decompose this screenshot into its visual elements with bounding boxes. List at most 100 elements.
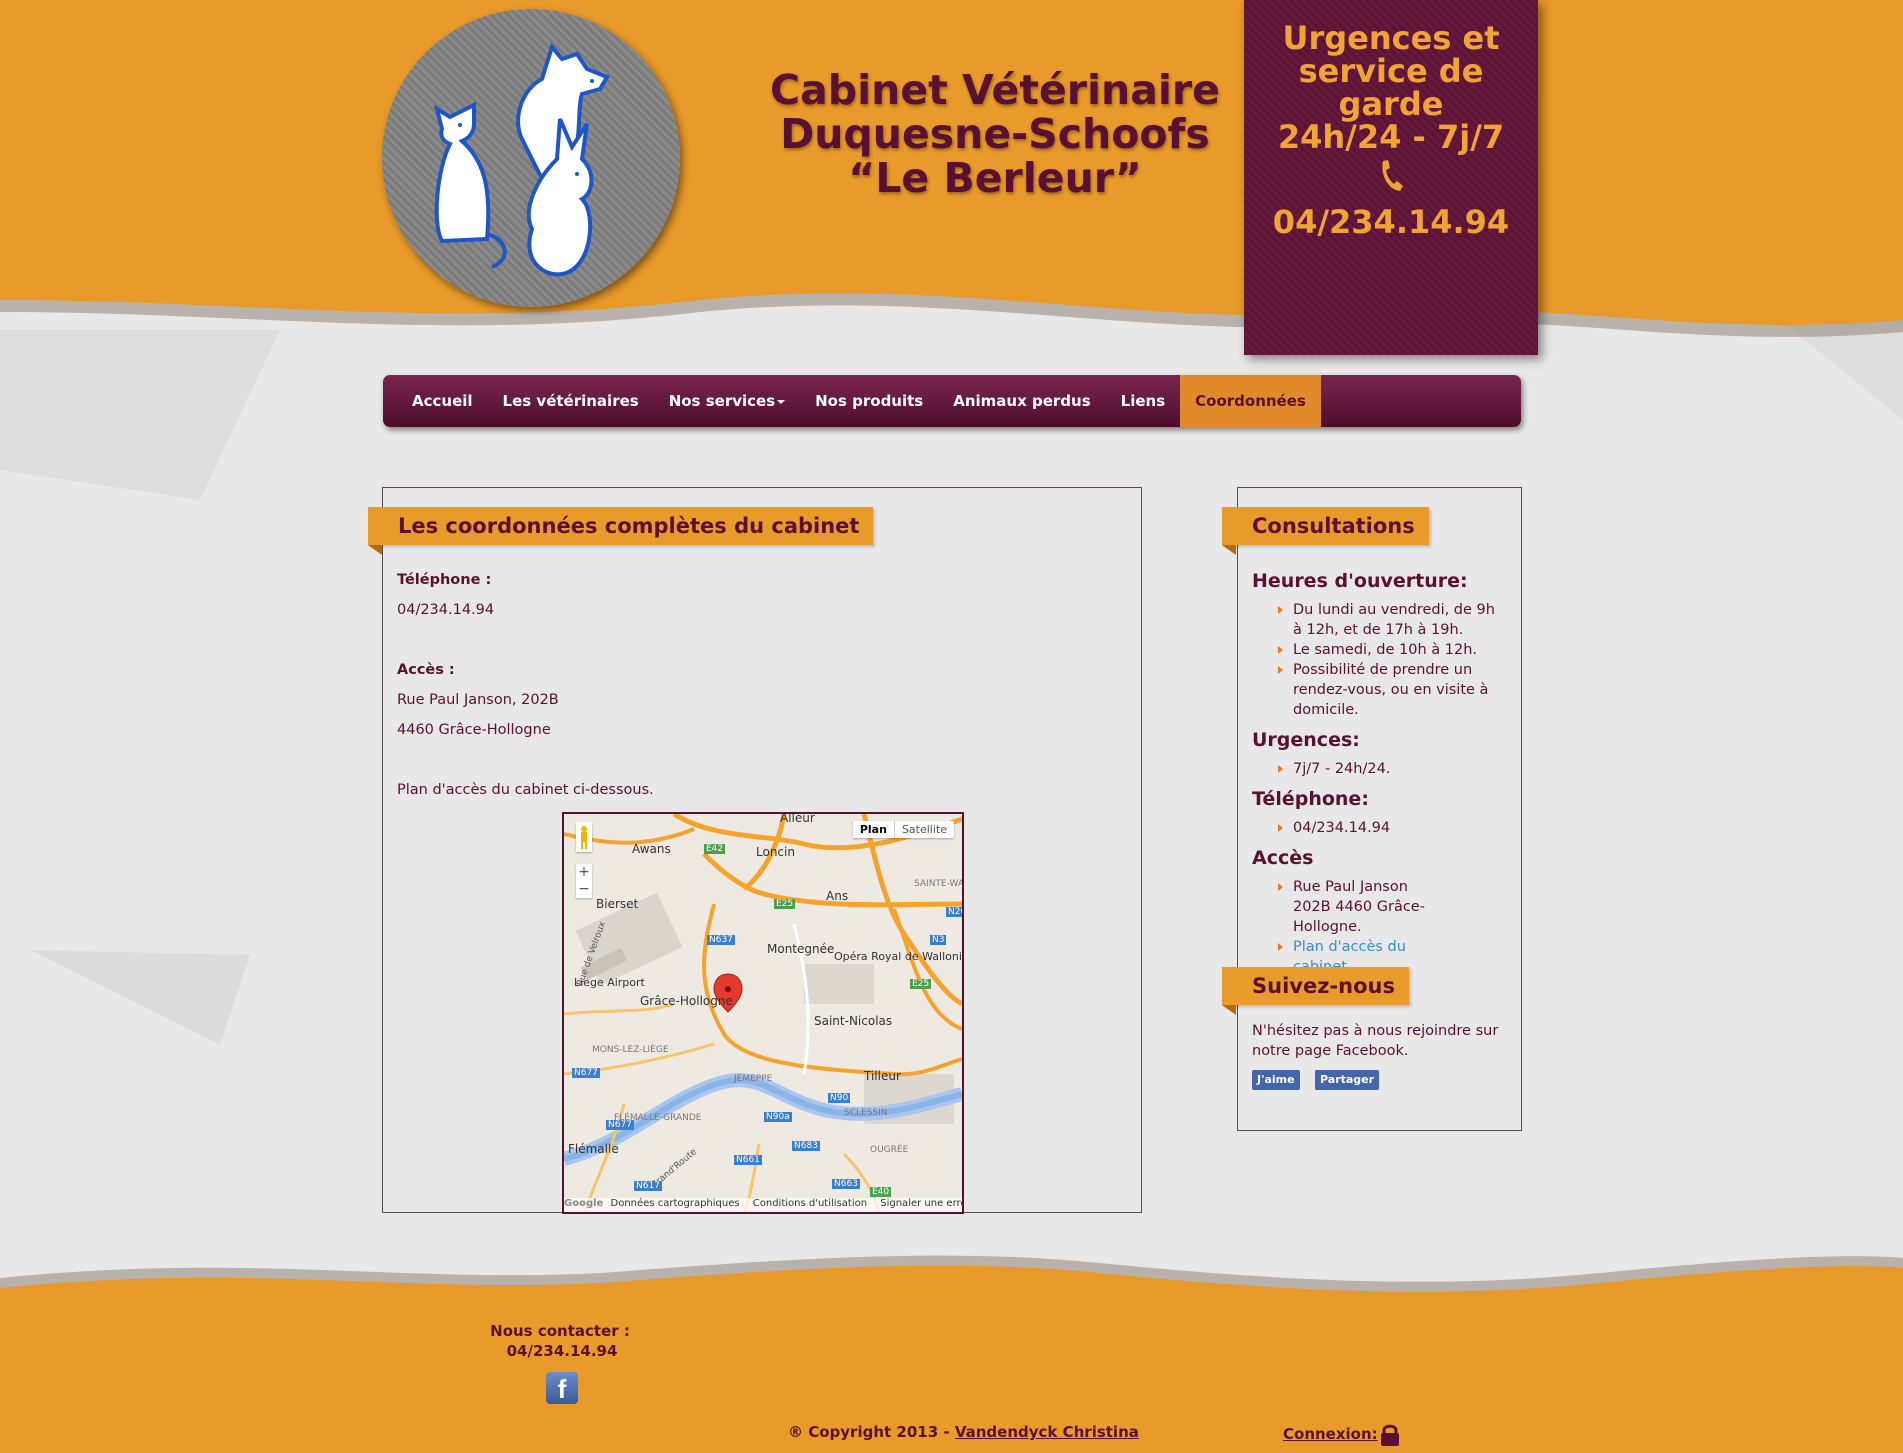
- zoom-out-button[interactable]: −: [576, 881, 592, 898]
- nav-item-liens[interactable]: Liens: [1106, 375, 1180, 427]
- street-view-pegman-icon[interactable]: [576, 822, 592, 852]
- facebook-icon[interactable]: f: [546, 1372, 578, 1404]
- google-logo: Google: [564, 1198, 604, 1209]
- list-item: 7j/7 - 24h/24.: [1278, 759, 1508, 779]
- hours-heading: Heures d'ouverture:: [1252, 570, 1468, 592]
- map-place: OUGRÉE: [870, 1145, 909, 1155]
- facebook-share-label: Partager: [1320, 1073, 1375, 1086]
- facebook-like-button[interactable]: J'aime: [1252, 1070, 1300, 1090]
- emergency-phone[interactable]: 04/234.14.94: [1244, 206, 1538, 239]
- site-title: Cabinet Vétérinaire Duquesne-Schoofs “Le…: [740, 68, 1250, 200]
- login-label[interactable]: Connexion:: [1283, 1425, 1378, 1443]
- map-zoom-controls: + −: [576, 864, 592, 898]
- map-place: Ans: [826, 889, 849, 903]
- nav-label: Nos services: [668, 392, 776, 410]
- footer-copyright: ® Copyright 2013 - Vandendyck Christina: [788, 1423, 1139, 1441]
- caret-down-icon: [777, 399, 786, 404]
- main-heading: Les coordonnées complètes du cabinet: [368, 507, 874, 555]
- map-place: Awans: [632, 842, 671, 856]
- map-data-link[interactable]: Données cartographiques: [611, 1198, 740, 1209]
- access-label: Accès :: [397, 662, 455, 678]
- street-address: Rue Paul Janson, 202B: [397, 692, 559, 708]
- road-shield: N90a: [764, 1112, 792, 1122]
- lock-icon[interactable]: [1379, 1423, 1401, 1447]
- footer-contact-label: Nous contacter :: [490, 1322, 630, 1340]
- author-link[interactable]: Vandendyck Christina: [955, 1423, 1139, 1441]
- nav-label: Coordonnées: [1195, 392, 1306, 410]
- map-plan-button[interactable]: Plan: [853, 821, 895, 838]
- urgences-heading: Urgences:: [1252, 729, 1360, 751]
- road-shield: E42: [704, 844, 726, 854]
- emergency-line-1: Urgences et: [1282, 19, 1500, 57]
- map-terms-link[interactable]: Conditions d'utilisation: [753, 1198, 867, 1209]
- map-satellite-button[interactable]: Satellite: [895, 821, 954, 838]
- phone-icon: [1244, 158, 1538, 198]
- facebook-share-button[interactable]: Partager: [1315, 1070, 1380, 1090]
- map-footer: Google Données cartographiques Condition…: [564, 1198, 962, 1212]
- nav-item-accueil[interactable]: Accueil: [397, 375, 488, 427]
- footer-contact-phone: 04/234.14.94: [506, 1342, 618, 1360]
- road-shield: E40: [870, 1187, 892, 1197]
- list-item: Rue Paul Janson 202B 4460 Grâce-Hollogne…: [1278, 877, 1448, 937]
- nav-label: Les vétérinaires: [502, 392, 639, 410]
- emergency-line-4: 24h/24 - 7j/7: [1277, 118, 1505, 156]
- emergency-panel: Urgences et service de garde 24h/24 - 7j…: [1244, 0, 1538, 355]
- access-heading: Accès: [1252, 847, 1314, 869]
- map-place: Saint-Nicolas: [814, 1014, 893, 1028]
- footer-banner: [0, 1255, 1903, 1453]
- road-shield: N637: [707, 935, 735, 945]
- road-shield: E25: [910, 979, 932, 989]
- facebook-like-label: J'aime: [1257, 1073, 1295, 1086]
- map-place: MONS-LEZ-LIÈGE: [592, 1045, 669, 1055]
- access-list: Rue Paul Janson 202B 4460 Grâce-Hollogne…: [1278, 877, 1448, 977]
- map-place: Flémalle: [568, 1142, 619, 1156]
- road-shield: N20: [946, 907, 962, 917]
- nav-item-produits[interactable]: Nos produits: [800, 375, 938, 427]
- road-shield: N683: [792, 1141, 820, 1151]
- copyright-text: ® Copyright 2013 -: [788, 1423, 955, 1441]
- map-place: Bierset: [596, 897, 639, 911]
- list-item: Le samedi, de 10h à 12h.: [1278, 640, 1508, 660]
- login-link[interactable]: Connexion:: [1283, 1425, 1378, 1443]
- road-shield: E25: [774, 899, 796, 909]
- telephone-list: 04/234.14.94: [1278, 818, 1508, 838]
- map-type-controls: Plan Satellite: [852, 821, 954, 838]
- map-intro: Plan d'accès du cabinet ci-dessous.: [397, 782, 654, 798]
- urgences-list: 7j/7 - 24h/24.: [1278, 759, 1508, 779]
- road-shield: N617: [634, 1181, 662, 1191]
- google-map[interactable]: Alleur Awans Loncin Ans Bierset Montegné…: [562, 812, 964, 1214]
- road-shield: N661: [734, 1155, 762, 1165]
- nav-item-veterinaires[interactable]: Les vétérinaires: [488, 375, 654, 427]
- phone-label: Téléphone :: [397, 572, 492, 588]
- city-address: 4460 Grâce-Hollogne: [397, 722, 551, 738]
- map-place: Grâce-Hollogne: [640, 994, 733, 1008]
- list-item: 04/234.14.94: [1278, 818, 1508, 838]
- road-shield: N90: [828, 1093, 851, 1103]
- zoom-in-button[interactable]: +: [576, 864, 592, 881]
- nav-item-coordonnees[interactable]: Coordonnées: [1180, 375, 1321, 427]
- nav-label: Nos produits: [815, 392, 924, 410]
- phone-value: 04/234.14.94: [397, 602, 495, 618]
- map-place: SCLESSIN: [844, 1108, 888, 1118]
- hours-list: Du lundi au vendredi, de 9h à 12h, et de…: [1278, 600, 1508, 720]
- nav-label: Liens: [1120, 392, 1166, 410]
- map-place: Opéra Royal de Wallonie: [834, 950, 964, 963]
- road-shield: N677: [572, 1068, 600, 1078]
- main-navigation: Accueil Les vétérinaires Nos services No…: [383, 375, 1521, 427]
- map-place: Alleur: [780, 812, 815, 825]
- list-item: Du lundi au vendredi, de 9h à 12h, et de…: [1278, 600, 1508, 640]
- nav-item-services[interactable]: Nos services: [654, 375, 800, 427]
- map-place: JEMEPPE: [734, 1074, 773, 1084]
- nav-label: Accueil: [412, 392, 473, 410]
- nav-item-animaux-perdus[interactable]: Animaux perdus: [938, 375, 1105, 427]
- map-place: SAINTE-WA: [914, 879, 964, 889]
- map-place: Loncin: [756, 845, 795, 859]
- road-shield: N3: [930, 935, 947, 945]
- title-line-3: “Le Berleur”: [848, 154, 1142, 202]
- map-report-link[interactable]: Signaler une erreur cartographique: [880, 1198, 962, 1209]
- follow-text: N'hésitez pas à nous rejoindre sur notre…: [1252, 1023, 1499, 1059]
- title-line-1: Cabinet Vétérinaire: [770, 66, 1220, 114]
- emergency-line-3: garde: [1338, 85, 1444, 123]
- telephone-heading: Téléphone:: [1252, 788, 1369, 810]
- road-shield: N663: [832, 1179, 860, 1189]
